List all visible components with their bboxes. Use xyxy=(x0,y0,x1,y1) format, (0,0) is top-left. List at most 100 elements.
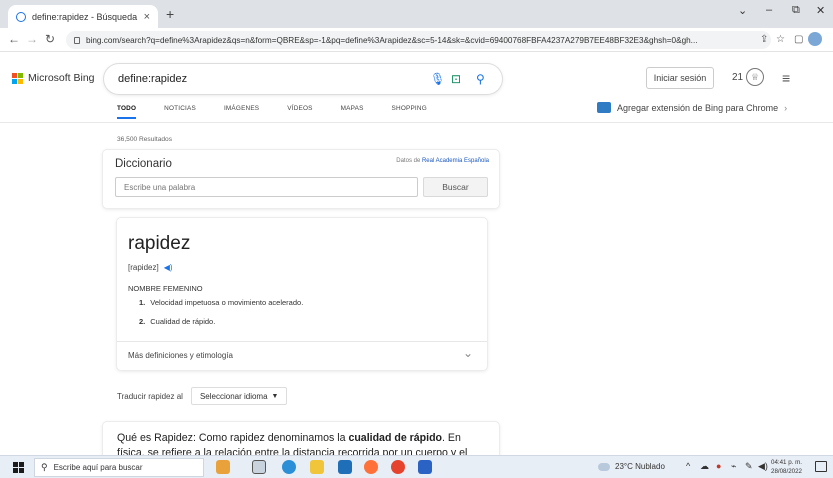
url-text: bing.com/search?q=define%3Arapidez&qs=n&… xyxy=(86,35,698,45)
url-field[interactable]: bing.com/search?q=define%3Arapidez&qs=n&… xyxy=(66,31,771,49)
search-favicon-icon xyxy=(16,11,26,22)
windows-start-icon[interactable] xyxy=(13,462,24,473)
share-icon[interactable]: ⇪ xyxy=(760,34,768,45)
edge-icon[interactable] xyxy=(282,460,296,474)
snippet-prefix: Qué es Rapidez: Como rapidez denominamos… xyxy=(117,432,346,444)
definition-number: 1. xyxy=(139,298,146,307)
defined-word: rapidez xyxy=(128,233,191,254)
rewards-trophy-icon[interactable]: ♕ xyxy=(746,68,764,86)
tab-noticias[interactable]: NOTICIAS xyxy=(164,105,196,119)
chrome-icon[interactable] xyxy=(391,460,405,474)
search-scope-tabs: TODO NOTICIAS IMÁGENES VÍDEOS MAPAS SHOP… xyxy=(117,105,455,119)
tray-app-icon[interactable]: ● xyxy=(716,461,721,471)
network-icon[interactable]: ⌁ xyxy=(731,461,736,472)
bing-extension-icon xyxy=(597,102,611,113)
definition-item: 1. Velocidad impetuosa o movimiento acele… xyxy=(139,298,303,307)
search-query: define:rapidez xyxy=(118,73,188,85)
tab-imagenes[interactable]: IMÁGENES xyxy=(224,105,259,119)
microphone-icon[interactable]: 🎙 xyxy=(430,72,445,86)
weather-widget[interactable]: 23°C Nublado xyxy=(598,462,665,471)
card-divider xyxy=(117,341,487,342)
taskbar: ⚲ Escribe aquí para buscar 23°C Nublado … xyxy=(0,455,833,478)
search-icon: ⚲ xyxy=(41,462,48,472)
definition-number: 2. xyxy=(139,317,146,326)
signin-button[interactable]: Iniciar sesión xyxy=(646,67,714,89)
tab-todo[interactable]: TODO xyxy=(117,105,137,119)
language-select-value: Seleccionar idioma xyxy=(199,391,268,401)
reload-icon[interactable]: ↻ xyxy=(45,32,55,46)
tab-title: define:rapidez - Búsqueda xyxy=(32,11,138,22)
tab-mapas[interactable]: MAPAS xyxy=(341,105,364,119)
result-count: 36,500 Resultados xyxy=(117,136,172,143)
file-explorer-icon[interactable] xyxy=(310,460,324,474)
dictionary-search-button[interactable]: Buscar xyxy=(423,177,488,197)
word-icon[interactable] xyxy=(418,460,432,474)
browser-tab-strip: define:rapidez - Búsqueda × + ⌄ – ⧉ ✕ xyxy=(0,0,833,28)
taskbar-search-placeholder: Escribe aquí para buscar xyxy=(53,463,143,472)
clock-date: 28/08/2022 xyxy=(771,468,802,475)
rewards-count: 21 xyxy=(732,72,744,83)
header-divider xyxy=(0,122,833,123)
dictionary-title: Diccionario xyxy=(115,158,172,170)
source-link[interactable]: Real Academia Española xyxy=(422,158,489,164)
cloud-icon xyxy=(598,462,610,471)
chevron-right-icon: › xyxy=(784,102,788,113)
profile-avatar-icon[interactable] xyxy=(808,32,822,46)
chevron-down-icon[interactable]: ⌄ xyxy=(463,346,473,360)
definition-text: Cualidad de rápido. xyxy=(150,317,216,326)
taskbar-clock[interactable]: 04:41 p. m. 28/08/2022 xyxy=(771,458,802,476)
definition-card: rapidez [rapidez] ◀) NOMBRE FEMENINO 1. V… xyxy=(117,218,487,370)
forward-arrow-icon[interactable]: → xyxy=(26,32,38,46)
browser-tab[interactable]: define:rapidez - Búsqueda × xyxy=(8,5,158,28)
visual-search-icon[interactable]: ⊡ xyxy=(451,72,461,86)
search-icon[interactable]: ⚲ xyxy=(476,72,485,86)
bookmark-star-icon[interactable]: ☆ xyxy=(776,34,785,45)
firefox-icon[interactable] xyxy=(364,460,378,474)
more-definitions-link[interactable]: Más definiciones y etimología xyxy=(128,351,233,360)
dictionary-card: Diccionario Datos de Real Academia Españ… xyxy=(103,150,499,208)
microsoft-logo-icon xyxy=(12,72,23,84)
store-icon[interactable] xyxy=(338,460,352,474)
language-select[interactable]: Seleccionar idioma ▼ xyxy=(190,387,288,405)
tab-videos[interactable]: VÍDEOS xyxy=(287,105,312,119)
definition-text: Velocidad impetuosa o movimiento acelera… xyxy=(150,298,304,307)
source-prefix: Datos de xyxy=(396,158,421,164)
volume-icon[interactable]: ◀) xyxy=(758,461,768,472)
menu-icon[interactable]: ≡ xyxy=(782,70,790,86)
translate-row: Traducir rapidez al Seleccionar idioma ▼ xyxy=(117,387,288,405)
translate-label: Traducir rapidez al xyxy=(117,391,183,401)
snippet-bold: cualidad de rápido xyxy=(348,432,443,444)
pronunciation-text: [rapidez] xyxy=(128,263,159,272)
tab-search-icon[interactable]: ⌄ xyxy=(738,4,747,17)
tab-close-icon[interactable]: × xyxy=(144,11,150,23)
weather-text: 23°C Nublado xyxy=(615,462,665,471)
dictionary-source: Datos de Real Academia Española xyxy=(396,158,489,164)
chevron-up-icon[interactable]: ^ xyxy=(686,461,690,471)
onedrive-icon[interactable]: ☁ xyxy=(700,461,709,472)
minimize-button[interactable]: – xyxy=(766,4,772,16)
task-view-icon[interactable] xyxy=(252,460,266,474)
sidebar-icon[interactable]: ▢ xyxy=(794,34,803,45)
pronunciation: [rapidez] ◀) xyxy=(128,263,173,272)
lock-icon xyxy=(74,36,80,44)
logo-text: Microsoft Bing xyxy=(28,72,95,84)
tab-shopping[interactable]: SHOPPING xyxy=(392,105,427,119)
new-tab-button[interactable]: + xyxy=(166,6,174,22)
chrome-extension-promo[interactable]: Agregar extensión de Bing para Chrome › xyxy=(597,102,787,113)
taskbar-search-box[interactable]: ⚲ Escribe aquí para buscar xyxy=(34,458,204,477)
bing-logo[interactable]: Microsoft Bing xyxy=(12,72,95,84)
close-window-button[interactable]: ✕ xyxy=(816,4,825,17)
pen-icon[interactable]: ✎ xyxy=(745,461,753,472)
speaker-icon[interactable]: ◀) xyxy=(164,263,173,272)
part-of-speech: NOMBRE FEMENINO xyxy=(128,284,203,293)
chevron-down-icon: ▼ xyxy=(271,392,279,400)
back-arrow-icon[interactable]: ← xyxy=(8,32,20,46)
clock-time: 04:41 p. m. xyxy=(771,459,802,466)
dictionary-word-input[interactable] xyxy=(115,177,418,197)
definition-item: 2. Cualidad de rápido. xyxy=(139,317,215,326)
extension-text: Agregar extensión de Bing para Chrome xyxy=(617,102,779,113)
widgets-icon[interactable] xyxy=(216,460,230,474)
address-bar-row: ← → ↻ bing.com/search?q=define%3Arapidez… xyxy=(0,28,833,52)
notification-icon[interactable] xyxy=(815,461,827,472)
restore-button[interactable]: ⧉ xyxy=(792,4,800,17)
